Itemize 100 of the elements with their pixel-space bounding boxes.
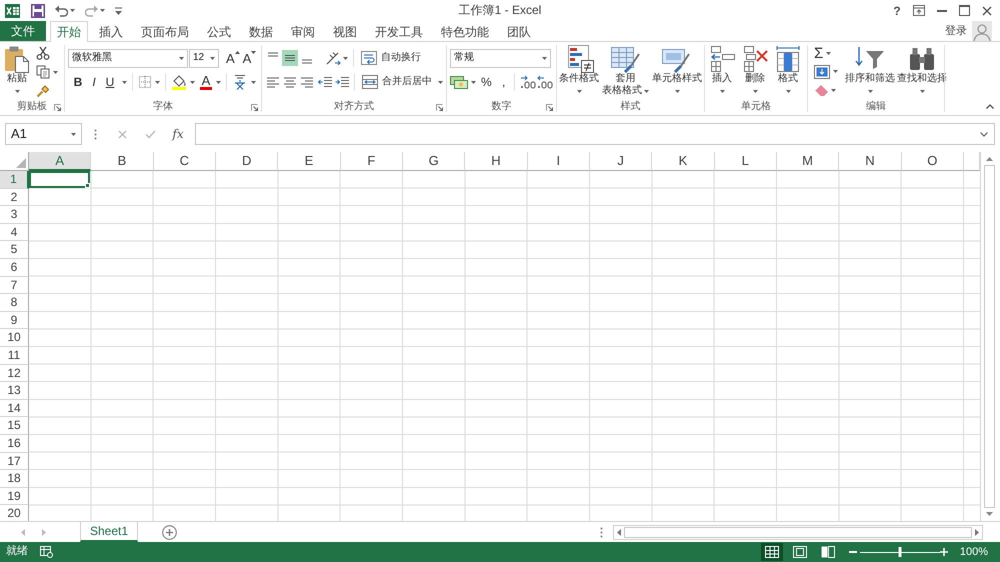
caret-icon[interactable] <box>122 80 127 84</box>
banknote-icon[interactable] <box>450 75 468 89</box>
chevron-up-icon[interactable] <box>986 104 994 109</box>
merge-center-button[interactable]: 合并后居中 <box>362 75 432 89</box>
zoom-slider-thumb[interactable] <box>898 547 902 557</box>
caret-icon[interactable] <box>190 80 195 84</box>
column-header[interactable]: J <box>590 152 652 171</box>
scroll-left-icon[interactable] <box>617 528 621 536</box>
bar-caret-icon[interactable] <box>115 6 122 14</box>
ribbon-tab[interactable]: 数据 <box>242 21 280 41</box>
column-header[interactable]: I <box>528 152 590 171</box>
file-tab[interactable]: 文件 <box>0 21 46 41</box>
insert-function-button[interactable]: fx <box>171 125 185 143</box>
bold-button[interactable]: B <box>70 73 86 91</box>
ribbon-tab[interactable]: 公式 <box>200 21 238 41</box>
row-header[interactable]: 11 <box>0 346 29 365</box>
caret-icon[interactable] <box>216 80 221 84</box>
column-header[interactable]: D <box>216 152 278 171</box>
sheet-tab[interactable]: Sheet1 <box>80 522 138 542</box>
caret-icon[interactable] <box>100 9 105 12</box>
minus-icon[interactable] <box>848 551 857 553</box>
maximize-icon[interactable] <box>959 5 970 16</box>
column-header[interactable]: N <box>839 152 902 171</box>
row-header[interactable]: 8 <box>0 294 29 312</box>
row-header[interactable]: 17 <box>0 452 29 470</box>
help-button[interactable]: ? <box>893 4 901 16</box>
column-header[interactable]: A <box>29 152 92 171</box>
diagonal-text-icon[interactable] <box>325 51 341 65</box>
scroll-up-icon[interactable] <box>986 157 992 161</box>
comma-button[interactable]: , <box>498 73 509 91</box>
increase-font-size-button[interactable]: A <box>226 49 240 67</box>
wrap-text-button[interactable]: 自动换行 <box>361 51 421 65</box>
down-arrow-box-icon[interactable] <box>814 64 830 79</box>
increase-decimal-icon[interactable] <box>520 75 536 89</box>
scroll-down-icon[interactable] <box>986 512 992 516</box>
row-header[interactable]: 13 <box>0 382 29 400</box>
zoom-level-button[interactable]: 100% <box>960 546 988 558</box>
vertical-dots-icon[interactable] <box>94 128 97 140</box>
row-header[interactable]: 12 <box>0 364 29 382</box>
row-header[interactable]: 9 <box>0 312 29 330</box>
caret-icon[interactable] <box>826 52 832 54</box>
row-header[interactable]: 14 <box>0 400 29 418</box>
ribbon-tab[interactable]: 特色功能 <box>434 21 496 41</box>
paintbrush-icon[interactable] <box>36 84 50 98</box>
decrease-decimal-icon[interactable] <box>536 75 553 89</box>
percent-button[interactable]: % <box>481 73 492 91</box>
horizontal-scrollbar[interactable] <box>613 524 983 540</box>
column-header[interactable]: L <box>714 152 777 171</box>
ribbon-tab[interactable]: 插入 <box>92 21 130 41</box>
row-header[interactable]: 2 <box>0 188 29 206</box>
plus-icon[interactable] <box>940 548 948 556</box>
decrease-font-size-button[interactable]: A <box>242 49 256 67</box>
column-header[interactable]: E <box>278 152 341 171</box>
vertical-scrollbar[interactable] <box>980 152 997 521</box>
cell-grid[interactable] <box>29 171 980 521</box>
phonetic-guide-icon[interactable] <box>232 74 248 90</box>
font-name-field[interactable]: 微软雅黑 <box>68 48 188 68</box>
font-size-field[interactable]: 12 <box>189 48 219 68</box>
row-header[interactable]: 6 <box>0 258 29 277</box>
column-header[interactable]: K <box>652 152 715 171</box>
dialog-launcher-icon[interactable] <box>251 104 258 110</box>
eraser-icon[interactable] <box>814 84 828 96</box>
dialog-launcher-icon[interactable] <box>436 104 443 110</box>
fill-bucket-icon[interactable] <box>171 74 187 90</box>
scissors-icon[interactable] <box>36 46 50 60</box>
row-header[interactable]: 1 <box>0 171 29 189</box>
row-header[interactable]: 7 <box>0 276 29 294</box>
increase-indent-icon[interactable] <box>335 76 349 88</box>
row-header[interactable]: 10 <box>0 329 29 347</box>
column-header[interactable]: M <box>776 152 840 171</box>
row-header[interactable]: 5 <box>0 241 29 259</box>
cell-styles-button[interactable]: 单元格样式 <box>652 42 702 99</box>
dialog-launcher-icon[interactable] <box>54 104 61 110</box>
scroll-thumb[interactable] <box>624 526 972 538</box>
caret-icon[interactable] <box>833 70 838 74</box>
undo-arrow-icon[interactable] <box>55 4 68 16</box>
row-header[interactable]: 18 <box>0 470 29 488</box>
paste-button[interactable]: 粘贴 <box>4 42 30 93</box>
autosum-button[interactable]: Σ <box>814 44 824 62</box>
row-header[interactable]: 3 <box>0 206 29 224</box>
caret-icon[interactable] <box>70 9 75 12</box>
delete-cells-button[interactable]: 删除 <box>741 42 769 99</box>
caret-icon[interactable] <box>438 80 443 84</box>
ribbon-tab[interactable]: 开始 <box>50 21 88 42</box>
close-icon[interactable] <box>982 6 992 16</box>
scroll-right-icon[interactable] <box>975 528 979 536</box>
minimize-icon[interactable] <box>937 10 947 12</box>
copy-icon[interactable] <box>36 65 50 79</box>
vertical-dots-icon[interactable] <box>600 526 603 538</box>
column-header[interactable]: C <box>154 152 216 171</box>
column-header[interactable]: F <box>340 152 403 171</box>
ribbon-tab[interactable]: 视图 <box>326 21 364 41</box>
column-header[interactable]: G <box>402 152 466 171</box>
italic-button[interactable]: I <box>86 73 102 91</box>
fill-handle[interactable] <box>85 182 90 188</box>
caret-icon[interactable] <box>53 70 58 74</box>
scroll-thumb[interactable] <box>984 165 994 508</box>
underline-button[interactable]: U <box>102 73 118 91</box>
chevron-down-icon[interactable] <box>980 132 988 136</box>
sign-in-link[interactable]: 登录 <box>945 26 967 36</box>
